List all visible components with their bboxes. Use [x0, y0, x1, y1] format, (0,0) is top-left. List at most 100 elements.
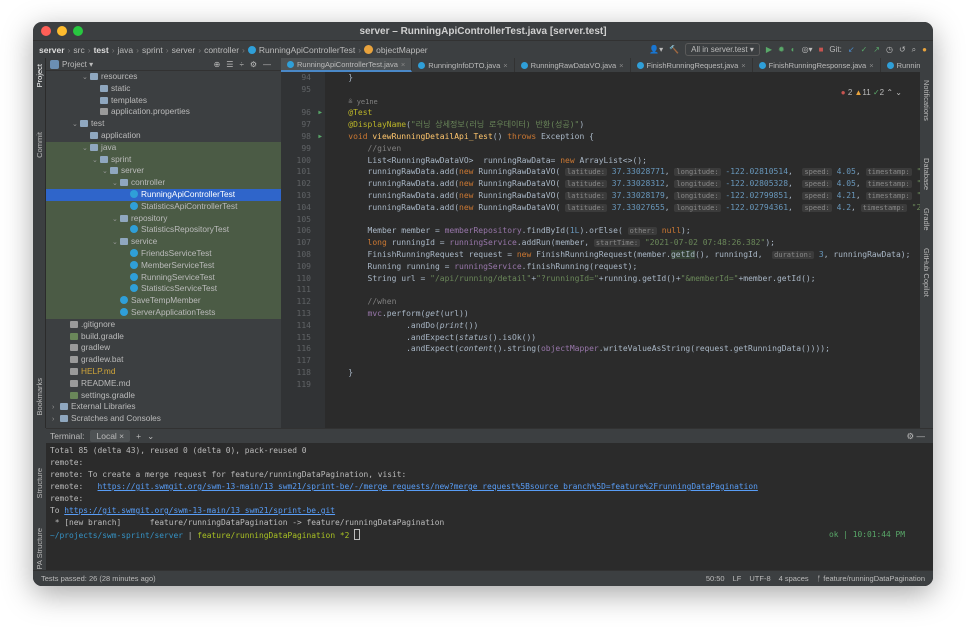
line-number[interactable]: 113 — [281, 308, 325, 320]
line-number[interactable]: 99 — [281, 143, 325, 155]
code-line[interactable]: .andExpect(content().string(objectMapper… — [329, 343, 920, 355]
line-number[interactable]: 110 — [281, 273, 325, 285]
line-number[interactable]: 95 — [281, 84, 325, 96]
database-tool-tab[interactable]: Database — [922, 158, 931, 190]
tree-item[interactable]: build.gradle — [46, 331, 281, 343]
terminal-output[interactable]: Total 85 (delta 43), reused 0 (delta 0),… — [46, 443, 933, 543]
zoom-window-button[interactable] — [73, 26, 83, 36]
line-number[interactable]: 96 ▶ — [281, 107, 325, 119]
code-line[interactable]: } — [329, 72, 920, 84]
terminal-prompt[interactable]: ~/projects/swm-sprint/server | feature/r… — [50, 529, 929, 541]
tree-item[interactable]: › Scratches and Consoles — [46, 413, 281, 425]
tree-item[interactable]: ServerApplicationTests — [46, 306, 281, 319]
caret-position[interactable]: 50:50 — [706, 574, 725, 583]
run-test-icon[interactable]: ▶ — [318, 131, 322, 143]
editor-tab[interactable]: FinishRunningRequest.java × — [631, 58, 753, 72]
build-icon[interactable]: 🔨 — [669, 45, 679, 54]
tree-item[interactable]: gradlew.bat — [46, 354, 281, 366]
status-message[interactable]: Tests passed: 26 (28 minutes ago) — [41, 574, 156, 583]
code-line[interactable]: } — [329, 367, 920, 379]
code-line[interactable]: Running running = runningService.finishR… — [329, 261, 920, 273]
tree-item[interactable]: ⌄ repository — [46, 212, 281, 225]
code-line[interactable] — [329, 284, 920, 296]
close-window-button[interactable] — [41, 26, 51, 36]
terminal-settings-icon[interactable]: ⚙ — — [907, 431, 933, 442]
code-line[interactable]: @Test — [329, 107, 920, 119]
gradle-tool-tab[interactable]: Gradle — [922, 208, 931, 231]
debug-icon[interactable]: ✹ — [778, 45, 785, 54]
tree-item[interactable]: ⌄ service — [46, 236, 281, 248]
inspection-widget[interactable]: ● 2 ▲11 ✓2 ⌃ ⌄ — [841, 88, 902, 97]
line-number[interactable]: 97 — [281, 119, 325, 131]
editor-tab[interactable]: RunningApiCon× — [881, 58, 920, 72]
breadcrumb-item[interactable]: sprint — [142, 45, 163, 55]
line-separator[interactable]: LF — [733, 574, 742, 583]
terminal-link[interactable]: https://git.swmgit.org/swm-13-main/13_sw… — [98, 482, 758, 491]
line-number[interactable]: 104 — [281, 202, 325, 214]
breadcrumb-item[interactable]: test — [94, 45, 109, 55]
code-line[interactable]: ≗ ye1ne — [329, 96, 920, 108]
breadcrumb-item[interactable]: controller — [204, 45, 239, 55]
tree-item[interactable]: ⌄ server — [46, 165, 281, 178]
tree-item[interactable]: .gitignore — [46, 319, 281, 331]
line-number[interactable]: 117 — [281, 355, 325, 367]
breadcrumb-item[interactable]: src — [73, 45, 84, 55]
code-line[interactable]: Member member = memberRepository.findByI… — [329, 225, 920, 237]
tree-item[interactable]: FriendsServiceTest — [46, 247, 281, 260]
code-line[interactable]: runningRawData.add(new RunningRawDataVO(… — [329, 178, 920, 190]
project-tool-tab[interactable]: Project — [35, 64, 44, 87]
line-number[interactable]: 111 — [281, 284, 325, 296]
line-number[interactable]: 103 — [281, 190, 325, 202]
code-line[interactable] — [329, 355, 920, 367]
code-line[interactable]: List<RunningRawDataVO> runningRawData= n… — [329, 155, 920, 167]
line-number[interactable]: 109 — [281, 261, 325, 273]
add-terminal-icon[interactable]: + — [136, 431, 141, 441]
code-line[interactable] — [329, 214, 920, 226]
editor-tab[interactable]: RunningRawDataVO.java × — [515, 58, 631, 72]
git-update-icon[interactable]: ↙ — [848, 45, 855, 54]
code-line[interactable]: mvc.perform(get(url)) — [329, 308, 920, 320]
terminal-link[interactable]: https://git.swmgit.org/swm-13-main/13_sw… — [64, 506, 335, 515]
git-push-icon[interactable]: ↗ — [873, 45, 880, 54]
tree-item[interactable]: application — [46, 130, 281, 142]
code-line[interactable]: //given — [329, 143, 920, 155]
copilot-tool-tab[interactable]: GitHub Copilot — [922, 248, 931, 297]
code-line[interactable]: //when — [329, 296, 920, 308]
minimize-window-button[interactable] — [57, 26, 67, 36]
project-panel-title[interactable]: Project — [62, 60, 87, 69]
code-line[interactable]: runningRawData.add(new RunningRawDataVO(… — [329, 202, 920, 214]
line-number[interactable]: 105 — [281, 214, 325, 226]
line-number[interactable]: 94 — [281, 72, 325, 84]
line-number[interactable]: 100 — [281, 155, 325, 167]
tree-item[interactable]: static — [46, 83, 281, 95]
avatar-icon[interactable]: ● — [922, 45, 927, 54]
git-branch[interactable]: ᚠ feature/runningDataPagination — [817, 574, 925, 583]
line-number[interactable]: 114 — [281, 320, 325, 332]
code-line[interactable]: FinishRunningRequest request = new Finis… — [329, 249, 920, 261]
close-tab-icon[interactable]: × — [741, 61, 745, 70]
tree-item[interactable]: SaveTempMember — [46, 295, 281, 307]
coverage-icon[interactable]: ◐ — [791, 45, 796, 54]
bookmarks-tool-tab[interactable]: Bookmarks — [35, 378, 44, 416]
tree-item[interactable]: MemberServiceTest — [46, 259, 281, 272]
line-number[interactable]: 102 — [281, 178, 325, 190]
line-number[interactable]: 108 — [281, 249, 325, 261]
code-line[interactable]: runningRawData.add(new RunningRawDataVO(… — [329, 166, 920, 178]
line-number[interactable]: 115 — [281, 332, 325, 344]
run-icon[interactable]: ▶ — [766, 45, 772, 54]
stop-icon[interactable]: ■ — [819, 45, 824, 54]
user-icon[interactable]: 👤▾ — [649, 45, 663, 54]
tree-item[interactable]: templates — [46, 95, 281, 107]
code-lines[interactable]: } ≗ ye1ne @Test @DisplayName("러닝 상세정보(러닝… — [329, 72, 920, 391]
line-number[interactable]: 107 — [281, 237, 325, 249]
code-line[interactable]: long runningId = runningService.addRun(m… — [329, 237, 920, 249]
line-number[interactable]: 112 — [281, 296, 325, 308]
run-configuration-select[interactable]: All in server.test ▾ — [685, 43, 760, 56]
tree-item[interactable]: HELP.md — [46, 366, 281, 378]
tree-item[interactable]: StatisticsApiControllerTest — [46, 200, 281, 213]
breadcrumb-item[interactable]: server — [172, 45, 196, 55]
editor-tab[interactable]: RunningInfoDTO.java × — [412, 58, 515, 72]
tree-item[interactable]: ⌄ controller — [46, 177, 281, 189]
file-encoding[interactable]: UTF-8 — [749, 574, 770, 583]
tree-item[interactable]: ⌄ sprint — [46, 153, 281, 166]
